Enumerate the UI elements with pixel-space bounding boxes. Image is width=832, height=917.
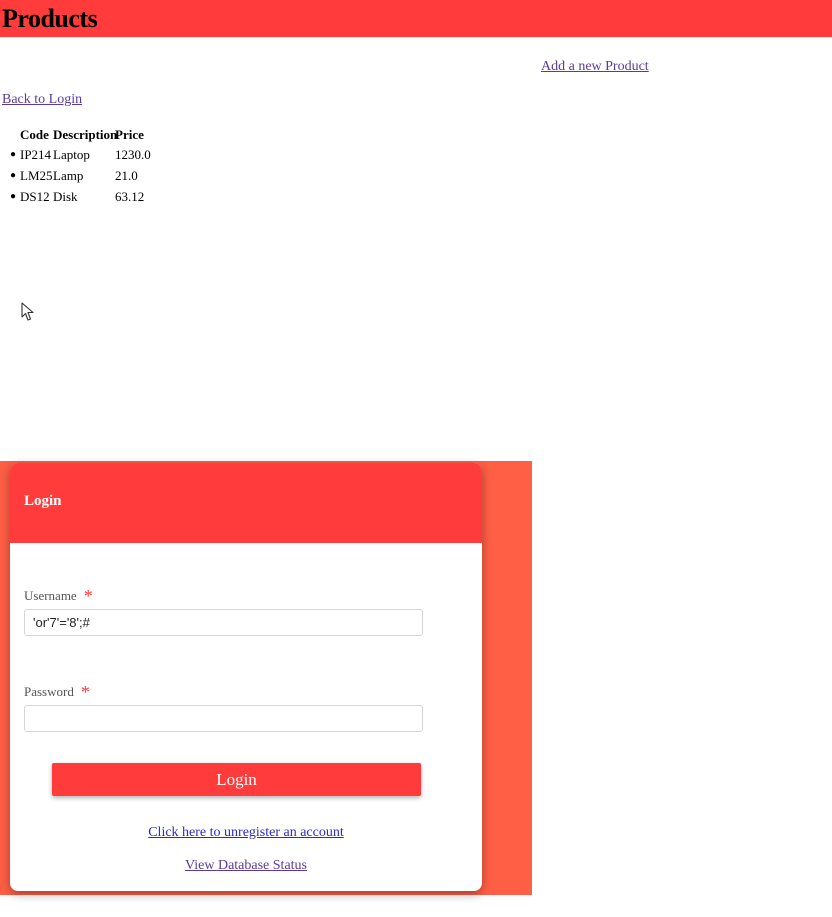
login-title: Login [24,493,62,509]
products-table: Code Description Price ● IP214 Laptop 12… [10,126,175,207]
password-label: Password * [24,683,90,701]
db-status-link-text[interactable]: View Database Status [185,858,307,873]
column-header-description: Description [53,127,118,142]
table-row: ● DS12 Disk 63.12 [10,186,175,207]
login-card-header: Login [10,463,482,543]
bullet-icon: ● [10,191,17,202]
table-header-row: Code Description Price [10,126,175,144]
unregister-link-text[interactable]: Click here to unregister an account [148,825,344,840]
username-label: Username * [24,587,93,605]
required-asterisk-icon: * [80,682,90,702]
password-label-text: Password [24,684,74,699]
unregister-account-link[interactable]: Click here to unregister an account [10,825,482,841]
product-price: 1230.0 [115,146,151,162]
product-description: Lamp [53,167,84,183]
product-description: Disk [53,188,78,204]
back-to-login-link[interactable]: Back to Login [2,92,82,108]
column-header-code: Code [20,127,49,142]
mouse-pointer-icon [21,302,34,321]
table-row: ● IP214 Laptop 1230.0 [10,144,175,165]
add-product-link[interactable]: Add a new Product [541,59,649,75]
product-price: 21.0 [115,167,138,183]
password-input[interactable] [24,705,423,732]
page-title: Products [2,4,98,33]
column-header-price: Price [115,127,144,142]
product-description: Laptop [53,146,90,162]
bullet-icon: ● [10,170,17,181]
table-row: ● LM25 Lamp 21.0 [10,165,175,186]
username-label-text: Username [24,588,77,603]
username-input[interactable]: 'or'7'='8';# [24,609,423,636]
login-card: Login Username * 'or'7'='8';# Password *… [10,463,482,891]
product-code: IP214 [20,146,52,162]
product-code: DS12 [20,188,50,204]
products-header-bar: Products [0,0,832,37]
view-database-status-link[interactable]: View Database Status [10,858,482,874]
login-button[interactable]: Login [52,763,421,796]
product-code: LM25 [20,167,53,183]
required-asterisk-icon: * [83,586,93,606]
product-price: 63.12 [115,188,145,204]
bullet-icon: ● [10,149,17,160]
